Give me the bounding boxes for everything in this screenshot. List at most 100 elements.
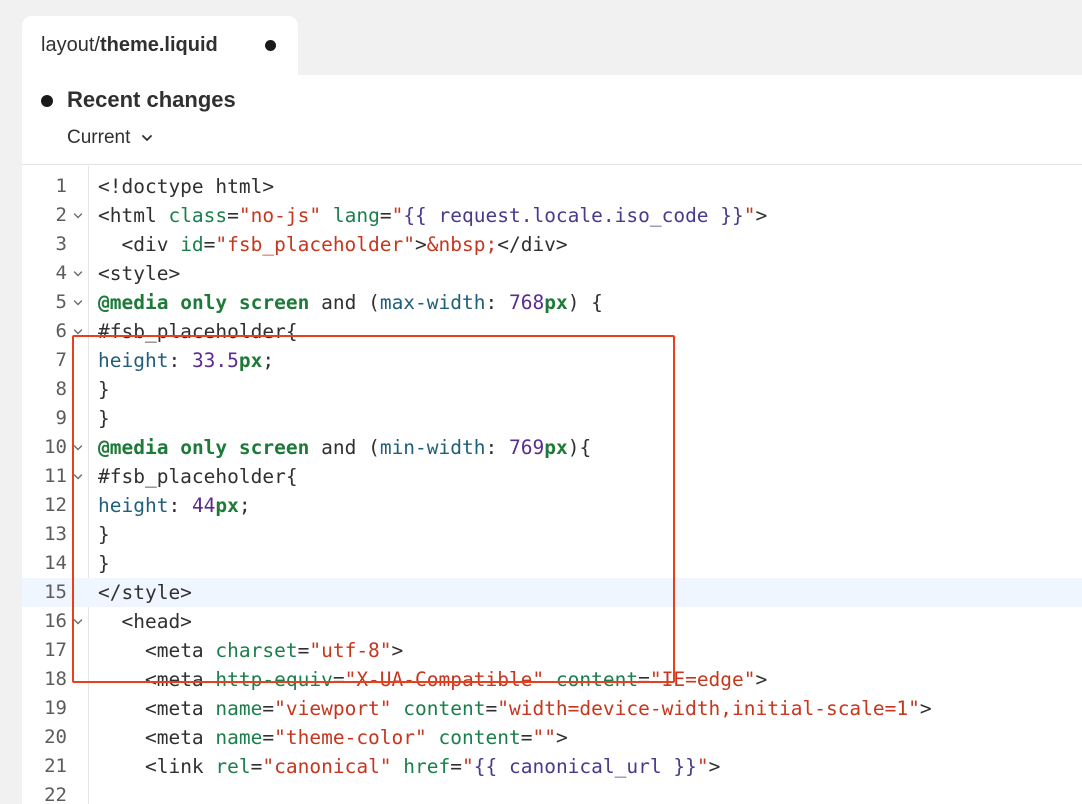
code-line[interactable]: 22 <box>22 781 1082 804</box>
fold-chevron-icon[interactable] <box>72 268 84 280</box>
code-line[interactable]: 14} <box>22 549 1082 578</box>
code-line[interactable]: 16 <head> <box>22 607 1082 636</box>
code-token: > <box>391 639 404 662</box>
code-line[interactable]: 17 <meta charset="utf-8"> <box>22 636 1082 665</box>
code-token: content <box>555 668 639 691</box>
line-number: 13 <box>44 523 67 545</box>
code-token: {{ canonical_url }} <box>473 755 697 778</box>
code-line[interactable]: 13} <box>22 520 1082 549</box>
code-line[interactable]: 21 <link rel="canonical" href="{{ canoni… <box>22 752 1082 781</box>
code-line[interactable]: 12 height: 44px; <box>22 491 1082 520</box>
version-select[interactable]: Current <box>67 127 154 149</box>
code-line[interactable]: 7 height: 33.5px; <box>22 346 1082 375</box>
code-token: "no-js" <box>238 204 322 227</box>
code-token: > <box>708 755 721 778</box>
code-token: name <box>215 726 263 749</box>
code-text: @media only screen and (max-width: 768px… <box>98 288 603 317</box>
code-token: <html <box>98 204 169 227</box>
code-text: height: 44px; <box>98 491 251 520</box>
line-number: 2 <box>55 204 67 226</box>
fold-chevron-icon[interactable] <box>72 297 84 309</box>
code-token: screen <box>238 291 310 314</box>
code-line[interactable]: 10 @media only screen and (min-width: 769… <box>22 433 1082 462</box>
fold-chevron-icon[interactable] <box>72 442 84 454</box>
code-text: #fsb_placeholder{ <box>98 317 298 346</box>
code-token: min-width <box>379 436 486 459</box>
code-token: ; <box>238 494 251 517</box>
code-token: {{ request.locale.iso_code }} <box>403 204 744 227</box>
code-line[interactable]: 1 <!doctype html> <box>22 172 1082 201</box>
code-text: #fsb_placeholder{ <box>98 462 298 491</box>
code-token: name <box>215 697 263 720</box>
code-token: <meta <box>144 639 216 662</box>
code-text: } <box>98 520 110 549</box>
code-text: <style> <box>98 259 180 288</box>
fold-chevron-icon[interactable] <box>72 616 84 628</box>
code-text: <meta charset="utf-8"> <box>98 636 403 665</box>
code-line[interactable]: 19 <meta name="viewport" content="width=… <box>22 694 1082 723</box>
line-number: 17 <box>44 639 67 661</box>
code-token: "theme-color" <box>274 726 427 749</box>
code-token: } <box>98 407 110 430</box>
code-token: &nbsp; <box>426 233 498 256</box>
code-line[interactable]: 6 #fsb_placeholder{ <box>22 317 1082 346</box>
code-token: <!doctype html> <box>98 175 275 198</box>
code-line[interactable]: 4 <style> <box>22 259 1082 288</box>
fold-chevron-icon[interactable] <box>72 210 84 222</box>
code-token: 44 <box>191 494 216 517</box>
code-token: : <box>485 291 509 314</box>
code-token: <head> <box>121 610 192 633</box>
code-token: "IE=edge" <box>649 668 756 691</box>
tab-theme-liquid[interactable]: layout/theme.liquid <box>22 16 298 75</box>
code-token: = <box>227 204 239 227</box>
code-token: " <box>391 204 404 227</box>
code-line[interactable]: 3 <div id="fsb_placeholder">&nbsp;</div> <box>22 230 1082 259</box>
code-token: > <box>919 697 932 720</box>
code-text: <link rel="canonical" href="{{ canonical… <box>98 752 720 781</box>
code-token: </style> <box>98 581 192 604</box>
code-line[interactable]: 2 <html class="no-js" lang="{{ request.lo… <box>22 201 1082 230</box>
code-line[interactable]: 8} <box>22 375 1082 404</box>
code-token: ){ <box>567 436 592 459</box>
code-token: px <box>544 291 568 314</box>
code-token: #fsb_placeholder{ <box>98 320 298 343</box>
code-token: > <box>555 726 568 749</box>
code-token: screen <box>238 436 310 459</box>
fold-chevron-icon[interactable] <box>72 471 84 483</box>
code-token: } <box>98 552 110 575</box>
code-token: #fsb_placeholder{ <box>98 465 298 488</box>
code-token: height <box>98 494 169 517</box>
line-number: 20 <box>44 726 67 748</box>
line-number: 16 <box>44 610 67 632</box>
tab-bar: layout/theme.liquid <box>0 0 1082 75</box>
line-number: 11 <box>44 465 67 487</box>
code-token: ) { <box>567 291 603 314</box>
code-line[interactable]: 18 <meta http-equiv="X-UA-Compatible" co… <box>22 665 1082 694</box>
code-token: only <box>180 291 228 314</box>
code-text: <div id="fsb_placeholder">&nbsp;</div> <box>98 230 567 259</box>
code-editor[interactable]: 1 <!doctype html> 2 <html class="no-js" lan… <box>22 166 1082 804</box>
code-line[interactable]: 15 </style> <box>22 578 1082 607</box>
code-token: <link <box>144 755 216 778</box>
line-number: 10 <box>44 436 67 458</box>
code-token: http-equiv <box>215 668 333 691</box>
code-token: px <box>544 436 568 459</box>
fold-chevron-icon[interactable] <box>72 326 84 338</box>
code-token: <style> <box>98 262 181 285</box>
code-token: = <box>450 755 463 778</box>
code-token: id <box>180 233 204 256</box>
code-line[interactable]: 5 @media only screen and (max-width: 768p… <box>22 288 1082 317</box>
code-line[interactable]: 11 #fsb_placeholder{ <box>22 462 1082 491</box>
code-token: = <box>379 204 392 227</box>
code-line[interactable]: 9} <box>22 404 1082 433</box>
code-text: </style> <box>98 578 192 607</box>
code-token: <meta <box>144 726 216 749</box>
code-token: } <box>98 378 110 401</box>
code-line[interactable]: 20 <meta name="theme-color" content=""> <box>22 723 1082 752</box>
code-token: " <box>462 755 474 778</box>
